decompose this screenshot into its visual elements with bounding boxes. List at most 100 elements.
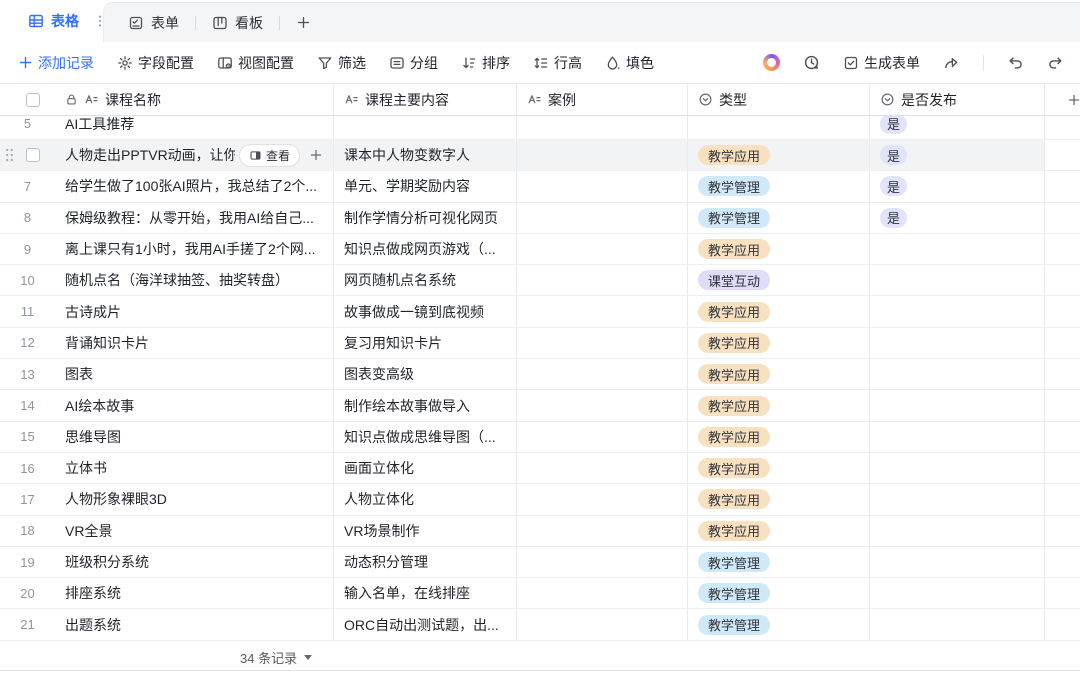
type-cell[interactable]: 教学管理 [688,547,870,577]
course-content-cell[interactable]: 网页随机点名系统 [334,265,517,295]
course-name-cell[interactable]: 立体书 查看 [55,453,334,483]
type-cell[interactable] [688,116,870,139]
row-height-button[interactable]: 行高 [533,53,582,73]
published-cell[interactable]: 是 [870,203,1045,233]
case-cell[interactable] [517,116,688,139]
add-record-button[interactable]: 添加记录 [18,53,94,73]
published-cell[interactable] [870,296,1045,326]
select-all-checkbox[interactable] [26,93,40,107]
published-cell[interactable] [870,547,1045,577]
type-cell[interactable]: 教学应用 [688,296,870,326]
course-name-cell[interactable]: 图表 查看 [55,359,334,389]
published-cell[interactable] [870,453,1045,483]
add-view-button[interactable] [296,15,311,30]
course-content-cell[interactable]: 知识点做成思维导图（... [334,422,517,452]
case-cell[interactable] [517,234,688,264]
column-header-course-content[interactable]: 课程主要内容 [334,84,517,115]
tab-more-icon[interactable] [94,14,106,28]
course-content-cell[interactable]: 人物立体化 [334,484,517,514]
course-content-cell[interactable]: ORC自动出测试题，出... [334,609,517,639]
table-row[interactable]: 13 图表 查看 图表变高级 教学应用 [0,359,1080,390]
published-cell[interactable] [870,422,1045,452]
type-cell[interactable]: 教学应用 [688,359,870,389]
course-content-cell[interactable]: VR场景制作 [334,516,517,546]
course-name-cell[interactable]: 排座系统 查看 [55,578,334,608]
course-content-cell[interactable]: 动态积分管理 [334,547,517,577]
group-button[interactable]: 分组 [389,53,438,73]
type-cell[interactable]: 教学应用 [688,453,870,483]
table-row[interactable]: 10 随机点名（海洋球抽签、抽奖转盘） 查看 网页随机点名系统 课堂互动 [0,265,1080,296]
type-cell[interactable]: 教学应用 [688,422,870,452]
case-cell[interactable] [517,203,688,233]
course-name-cell[interactable]: 离上课只有1小时，我用AI手搓了2个网... 查看 [55,234,334,264]
course-content-cell[interactable]: 输入名单，在线排座 [334,578,517,608]
case-cell[interactable] [517,422,688,452]
view-config-button[interactable]: 视图配置 [217,53,294,73]
fill-color-button[interactable]: 填色 [605,53,654,73]
add-field-button[interactable] [1067,93,1080,107]
case-cell[interactable] [517,359,688,389]
type-cell[interactable]: 教学应用 [688,484,870,514]
published-cell[interactable] [870,359,1045,389]
share-button[interactable] [943,54,960,71]
table-row[interactable]: 9 离上课只有1小时，我用AI手搓了2个网... 查看 知识点做成网页游戏（..… [0,234,1080,265]
type-cell[interactable]: 教学应用 [688,390,870,420]
published-cell[interactable] [870,390,1045,420]
type-cell[interactable]: 教学应用 [688,234,870,264]
column-header-type[interactable]: 类型 [688,84,870,115]
published-cell[interactable]: 是 [870,116,1045,139]
course-name-cell[interactable]: 保姆级教程：从零开始，我用AI给自己... 查看 [55,203,334,233]
course-name-cell[interactable]: AI工具推荐 [55,116,334,139]
published-cell[interactable] [870,609,1045,639]
tab-form[interactable]: 表单 [128,13,179,33]
course-content-cell[interactable]: 复习用知识卡片 [334,328,517,358]
table-row[interactable]: 17 人物形象裸眼3D 查看 人物立体化 教学应用 [0,484,1080,515]
type-cell[interactable]: 教学应用 [688,516,870,546]
tab-kanban[interactable]: 看板 [212,13,263,33]
published-cell[interactable] [870,234,1045,264]
table-row[interactable]: 21 出题系统 查看 ORC自动出测试题，出... 教学管理 [0,609,1080,640]
table-row[interactable]: 12 背诵知识卡片 查看 复习用知识卡片 教学应用 [0,328,1080,359]
field-config-button[interactable]: 字段配置 [117,53,194,73]
course-content-cell[interactable]: 单元、学期奖励内容 [334,171,517,201]
case-cell[interactable] [517,265,688,295]
column-header-published[interactable]: 是否发布 [870,84,1045,115]
course-name-cell[interactable]: 思维导图 查看 [55,422,334,452]
type-cell[interactable]: 教学应用 [688,140,870,170]
published-cell[interactable]: 是 [870,140,1045,170]
course-name-cell[interactable]: 班级积分系统 查看 [55,547,334,577]
table-row[interactable]: 14 AI绘本故事 查看 制作绘本故事做导入 教学应用 [0,390,1080,421]
course-name-cell[interactable]: 人物走出PPTVR动画，让你的 查看 [55,140,334,170]
table-row[interactable]: 人物走出PPTVR动画，让你的 查看 课本中人物变数字人 教学应用 是 [0,140,1080,171]
course-content-cell[interactable]: 知识点做成网页游戏（... [334,234,517,264]
course-content-cell[interactable]: 制作学情分析可视化网页 [334,203,517,233]
type-cell[interactable]: 教学管理 [688,609,870,639]
case-cell[interactable] [517,547,688,577]
case-cell[interactable] [517,140,688,170]
undo-button[interactable] [1007,54,1024,71]
tab-table-active[interactable]: 表格 [0,0,106,42]
case-cell[interactable] [517,296,688,326]
filter-button[interactable]: 筛选 [317,53,366,73]
course-name-cell[interactable]: 人物形象裸眼3D 查看 [55,484,334,514]
table-row[interactable]: 20 排座系统 查看 输入名单，在线排座 教学管理 [0,578,1080,609]
table-row[interactable]: 7 给学生做了100张AI照片，我总结了2个... 查看 单元、学期奖励内容 教… [0,171,1080,202]
type-cell[interactable]: 教学应用 [688,328,870,358]
published-cell[interactable] [870,484,1045,514]
generate-form-button[interactable]: 生成表单 [843,53,920,73]
row-add-icon[interactable] [309,148,323,162]
published-cell[interactable] [870,328,1045,358]
table-row[interactable]: 11 古诗成片 查看 故事做成一镜到底视频 教学应用 [0,296,1080,327]
case-cell[interactable] [517,328,688,358]
table-row[interactable]: 19 班级积分系统 查看 动态积分管理 教学管理 [0,547,1080,578]
history-button[interactable] [803,54,820,71]
course-name-cell[interactable]: 出题系统 查看 [55,609,334,639]
published-cell[interactable] [870,578,1045,608]
course-content-cell[interactable]: 制作绘本故事做导入 [334,390,517,420]
published-cell[interactable] [870,265,1045,295]
table-row[interactable]: 18 VR全景 查看 VR场景制作 教学应用 [0,516,1080,547]
table-row[interactable]: 8 保姆级教程：从零开始，我用AI给自己... 查看 制作学情分析可视化网页 教… [0,203,1080,234]
course-content-cell[interactable]: 课本中人物变数字人 [334,140,517,170]
table-row[interactable]: 15 思维导图 查看 知识点做成思维导图（... 教学应用 [0,422,1080,453]
published-cell[interactable] [870,516,1045,546]
